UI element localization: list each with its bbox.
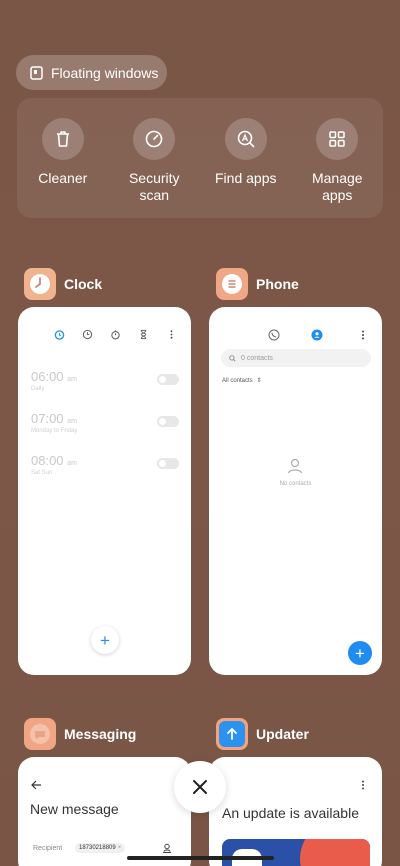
alarm-time: 08:00 — [31, 453, 64, 468]
search-placeholder: 0 contacts — [241, 354, 273, 362]
clear-all-button[interactable] — [174, 761, 226, 813]
clock-app-card[interactable]: 06:00 am Daily 07:00 am Monday to Friday… — [18, 307, 191, 675]
tool-label: Find apps — [215, 170, 277, 186]
contacts-tab-icon[interactable] — [311, 329, 323, 341]
alarm-item[interactable]: 08:00 am Sat Sun — [31, 453, 179, 476]
updater-app-name: Updater — [256, 726, 309, 742]
add-alarm-button[interactable]: + — [91, 626, 119, 654]
update-banner — [222, 839, 370, 866]
alarm-repeat: Monday to Friday — [31, 428, 78, 434]
alarm-time: 07:00 — [31, 411, 64, 426]
update-available-text: An update is available — [222, 805, 359, 821]
tool-label: Manage apps — [311, 170, 363, 203]
phone-app-name: Phone — [256, 276, 299, 292]
alarm-ampm: am — [67, 418, 77, 425]
add-contact-icon[interactable] — [162, 843, 172, 853]
phone-header[interactable]: Phone — [216, 268, 299, 300]
messaging-app-name: Messaging — [64, 726, 137, 742]
alarm-tab-icon[interactable] — [54, 329, 65, 340]
grid-icon — [329, 131, 345, 147]
alarm-repeat: Sat Sun — [31, 470, 53, 476]
alarm-repeat: Daily — [31, 386, 45, 392]
search-icon — [229, 354, 236, 362]
tool-label: Cleaner — [38, 170, 88, 186]
stopwatch-tab-icon[interactable] — [110, 329, 121, 340]
alarm-toggle[interactable] — [157, 374, 179, 385]
updater-header[interactable]: Updater — [216, 718, 309, 750]
security-gauge-icon — [145, 130, 163, 148]
alarm-time: 06:00 — [31, 369, 64, 384]
call-log-tab-icon[interactable] — [268, 329, 280, 341]
recipient-chip[interactable]: 18730218809 × — [75, 843, 126, 853]
trash-icon — [56, 131, 69, 147]
timer-tab-icon[interactable] — [138, 329, 149, 340]
no-contacts-text: No contacts — [279, 481, 312, 487]
updater-app-icon — [216, 718, 248, 750]
empty-contacts-icon — [287, 458, 303, 474]
clock-tabs — [54, 329, 177, 340]
sort-icon: ⇕ — [256, 378, 262, 384]
messaging-header[interactable]: Messaging — [24, 718, 136, 750]
world-clock-tab-icon[interactable] — [82, 329, 93, 340]
recipient-label: Recipient — [33, 845, 63, 852]
phone-app-icon — [216, 268, 248, 300]
tool-find-apps[interactable]: Find apps — [205, 118, 287, 218]
recipient-number: 18730218809 — [79, 845, 116, 851]
alarm-item[interactable]: 06:00 am Daily — [31, 369, 179, 392]
more-options-icon[interactable] — [357, 779, 369, 791]
back-arrow-icon[interactable] — [31, 780, 42, 790]
tool-security-scan[interactable]: Security scan — [113, 118, 195, 218]
phone-app-card[interactable]: 0 contacts All contacts ⇕ No contacts + — [209, 307, 382, 675]
updater-app-card[interactable]: An update is available — [209, 757, 382, 866]
quick-tools-panel: Cleaner Security scan Find apps Manage a… — [17, 98, 383, 218]
more-options-icon[interactable] — [166, 329, 177, 340]
add-contact-button[interactable]: + — [348, 641, 372, 665]
plus-icon: + — [100, 630, 110, 650]
close-icon — [193, 780, 207, 794]
alarm-toggle[interactable] — [157, 458, 179, 469]
clock-header[interactable]: Clock — [24, 268, 102, 300]
contacts-search-input[interactable]: 0 contacts — [221, 349, 371, 367]
alarm-item[interactable]: 07:00 am Monday to Friday — [31, 411, 179, 434]
floating-window-icon — [30, 65, 43, 80]
home-indicator[interactable] — [127, 856, 274, 860]
new-message-title: New message — [30, 801, 119, 817]
tool-cleaner[interactable]: Cleaner — [22, 118, 104, 218]
clock-app-name: Clock — [64, 276, 103, 292]
floating-windows-label: Floating windows — [51, 64, 159, 81]
messaging-app-card[interactable]: New message Recipient 18730218809 × — [18, 757, 191, 866]
contacts-filter[interactable]: All contacts ⇕ — [222, 377, 262, 385]
alarm-ampm: am — [67, 460, 77, 467]
alarm-ampm: am — [67, 376, 77, 383]
remove-recipient-icon[interactable]: × — [118, 845, 122, 851]
tool-manage-apps[interactable]: Manage apps — [296, 118, 378, 218]
find-apps-icon — [237, 130, 255, 148]
contacts-filter-label: All contacts — [222, 377, 253, 384]
plus-icon: + — [355, 643, 365, 663]
clock-app-icon — [24, 268, 56, 300]
messaging-app-icon — [24, 718, 56, 750]
more-options-icon[interactable] — [357, 329, 369, 341]
floating-windows-button[interactable]: Floating windows — [16, 55, 167, 90]
tool-label: Security scan — [128, 170, 180, 203]
alarm-toggle[interactable] — [157, 416, 179, 427]
